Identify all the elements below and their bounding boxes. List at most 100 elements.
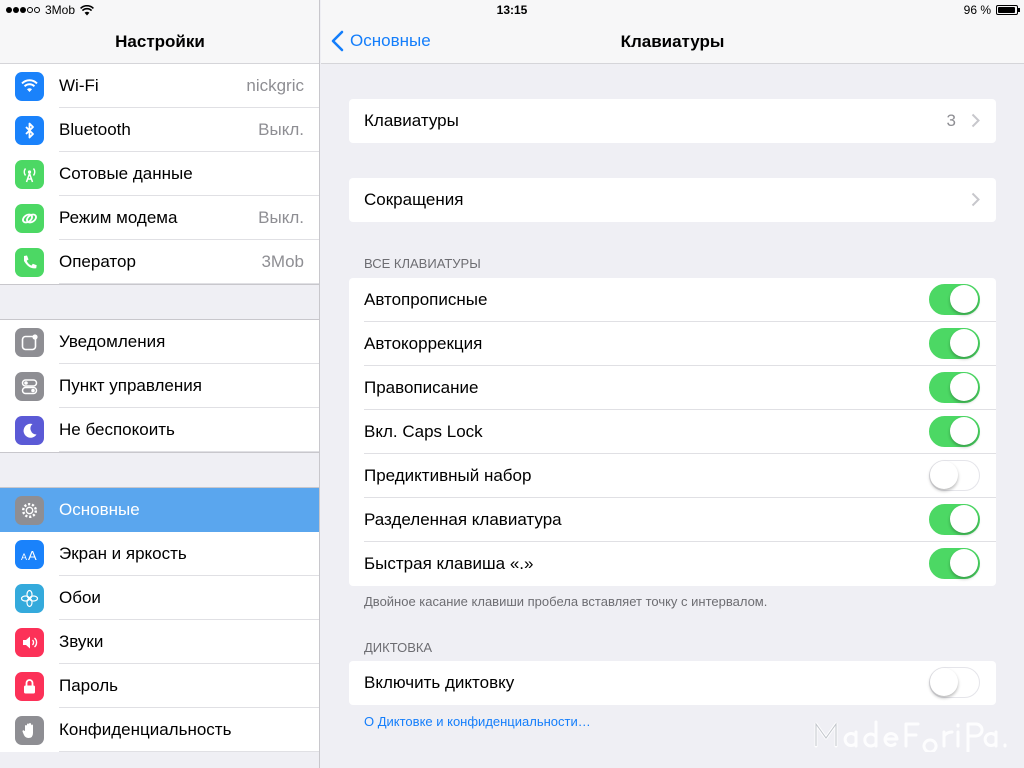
keyboard-setting-row: Правописание [349,366,996,410]
dictation-toggle[interactable] [929,667,980,698]
keyboard-setting-label: Автокоррекция [364,334,483,353]
sidebar-group-gap [0,452,319,488]
sidebar-item-antenna[interactable]: Сотовые данные [0,152,319,196]
phone-icon [15,248,44,277]
hand-icon [15,716,44,745]
keyboard-setting-label: Разделенная клавиатура [364,510,562,529]
sidebar-item-gear[interactable]: Основные [0,488,319,532]
shortcuts-label: Сокращения [364,190,464,209]
flower-icon [15,584,44,613]
bluetooth-icon [15,116,44,145]
shortcuts-row[interactable]: Сокращения [349,178,996,222]
sidebar-item-wifi[interactable]: Wi-Fi nickgric [0,64,319,108]
back-button-label: Основные [350,31,431,50]
sidebar-item-label: Уведомления [59,332,166,351]
keyboard-setting-label: Вкл. Caps Lock [364,422,483,441]
sidebar-item-notifications[interactable]: Уведомления [0,320,319,364]
dictation-card: Включить диктовку [349,661,996,705]
keyboards-count: 3 [946,111,956,130]
gear-icon [15,496,44,525]
keyboard-setting-toggle[interactable] [929,372,980,403]
battery-percent: 96 % [963,3,991,17]
signal-dot [6,7,12,13]
sidebar-item-label: Режим модема [59,208,178,227]
keyboard-setting-toggle[interactable] [929,416,980,447]
signal-dot [20,7,26,13]
section-footer-note: Двойное касание клавиши пробела вставляе… [364,594,768,609]
status-right: 96 % [963,3,1020,17]
link-icon [15,204,44,233]
dictation-label: Включить диктовку [364,673,515,692]
keyboard-setting-label: Быстрая клавиша «.» [364,554,534,573]
all-keyboards-header: Все клавиатуры [364,256,481,271]
toggle-knob [930,461,958,489]
carrier-name: 3Mob [45,3,76,17]
keyboard-setting-row: Автокоррекция [349,322,996,366]
moon-icon [15,416,44,445]
toggle-knob [950,373,978,401]
sidebar-item-flower[interactable]: Обои [0,576,319,620]
sidebar-item-lock[interactable]: Пароль [0,664,319,708]
keyboard-setting-toggle[interactable] [929,460,980,491]
sidebar-group-system: Уведомления Пункт управления Не беспокоить [0,320,319,452]
notifications-icon [15,328,44,357]
dictation-row: Включить диктовку [349,661,996,705]
speaker-icon [15,628,44,657]
svg-text:A: A [28,548,37,563]
signal-dot [34,7,40,13]
keyboard-setting-row: Быстрая клавиша «.» [349,542,996,586]
signal-dot [27,7,33,13]
keyboards-card: Клавиатуры 3 [349,99,996,143]
dictation-privacy-link[interactable]: О Диктовке и конфиденциальности… [364,714,591,729]
sidebar-item-label: Экран и яркость [59,544,187,563]
sidebar-list[interactable]: Wi-Fi nickgric Bluetooth Выкл. Сотовые данны… [0,20,319,752]
sidebar-item-label: Оператор [59,252,136,271]
chevron-left-icon [331,30,344,52]
shortcuts-card: Сокращения [349,178,996,222]
sidebar-item-label: Не беспокоить [59,420,175,439]
keyboard-setting-row: Вкл. Caps Lock [349,410,996,454]
sidebar-item-phone[interactable]: Оператор 3Mob [0,240,319,284]
dictation-header: Диктовка [364,640,433,655]
toggle-knob [950,285,978,313]
toggle-knob [950,329,978,357]
keyboard-setting-toggle[interactable] [929,284,980,315]
sidebar-item-bluetooth[interactable]: Bluetooth Выкл. [0,108,319,152]
sidebar-item-speaker[interactable]: Звуки [0,620,319,664]
sidebar-item-value: nickgric [246,76,304,95]
sidebar-item-moon[interactable]: Не беспокоить [0,408,319,452]
clock: 13:15 [496,3,528,17]
status-bar: 3Mob 13:15 96 % [0,0,1024,20]
control-center-icon [15,372,44,401]
status-left: 3Mob [6,3,94,17]
antenna-icon [15,160,44,189]
settings-sidebar: Wi-Fi nickgric Bluetooth Выкл. Сотовые данны… [0,0,320,768]
keyboard-setting-toggle[interactable] [929,548,980,579]
keyboard-setting-label: Автопрописные [364,290,488,309]
row-separator [59,283,319,284]
watermark-logo [814,720,1007,752]
signal-dot [13,7,19,13]
keyboard-setting-label: Предиктивный набор [364,466,532,485]
sidebar-item-text-size[interactable]: A A Экран и яркость [0,532,319,576]
keyboard-setting-toggle[interactable] [929,504,980,535]
sidebar-item-hand[interactable]: Конфиденциальность [0,708,319,752]
row-separator [59,751,319,752]
sidebar-item-link[interactable]: Режим модема Выкл. [0,196,319,240]
toggle-knob [950,505,978,533]
keyboards-row[interactable]: Клавиатуры 3 [349,99,996,143]
keyboard-setting-label: Правописание [364,378,479,397]
back-button[interactable]: Основные [331,30,431,52]
sidebar-title: Настройки [115,32,205,51]
sidebar-item-label: Звуки [59,632,104,651]
sidebar-item-label: Обои [59,588,101,607]
wifi-icon [15,72,44,101]
keyboard-setting-toggle[interactable] [929,328,980,359]
sidebar-item-control-center[interactable]: Пункт управления [0,364,319,408]
all-keyboards-card: Автопрописные Автокоррекция Правописание Вк… [349,278,996,586]
keyboard-setting-row: Предиктивный набор [349,454,996,498]
sidebar-item-label: Wi-Fi [59,76,99,95]
sidebar-item-value: 3Mob [261,252,304,271]
sidebar-item-label: Пароль [59,676,118,695]
battery-icon [996,5,1020,15]
